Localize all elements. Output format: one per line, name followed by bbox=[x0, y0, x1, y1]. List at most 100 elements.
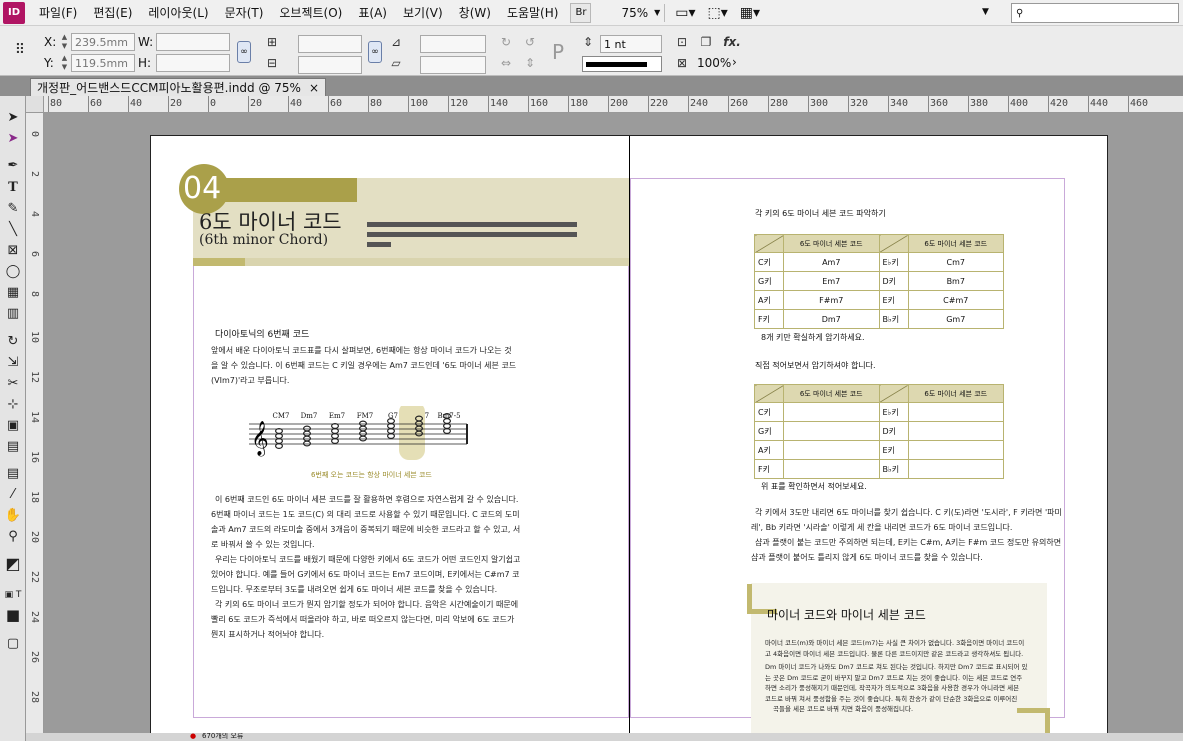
rectangle-frame-tool-icon[interactable]: ⊠ bbox=[3, 241, 23, 259]
note-head bbox=[358, 435, 367, 442]
rotate-field[interactable] bbox=[420, 35, 486, 53]
horizontal-ruler[interactable]: 80 60 40 20 0 20 40 60 80 100 120 140 160 180 200 220 24… bbox=[44, 96, 1183, 113]
constrain-scale-icon[interactable]: ∞ bbox=[368, 41, 382, 63]
menu-file[interactable]: 파일(F) bbox=[31, 0, 85, 26]
gradient-feather-tool-icon[interactable]: ▤ bbox=[3, 437, 23, 455]
pencil-tool-icon[interactable]: ✎ bbox=[3, 199, 23, 217]
stroke-weight-spinner[interactable]: ⇕ bbox=[580, 34, 596, 50]
menu-help[interactable]: 도움말(H) bbox=[499, 0, 567, 26]
ruler-tick-label: 80 bbox=[50, 98, 63, 109]
ruler-tick-label: 140 bbox=[490, 98, 509, 109]
scale-y-field[interactable] bbox=[298, 56, 362, 74]
scissors-tool-icon[interactable]: ✂ bbox=[3, 374, 23, 392]
scale-tool-icon[interactable]: ⇲ bbox=[3, 353, 23, 371]
direct-selection-tool-icon[interactable]: ➤ bbox=[3, 129, 23, 147]
x-spinner[interactable]: ▲ ▼ bbox=[60, 33, 69, 51]
menu-table[interactable]: 표(A) bbox=[350, 0, 395, 26]
shear-field[interactable] bbox=[420, 56, 486, 74]
w-field[interactable] bbox=[156, 33, 230, 51]
selection-tool-icon[interactable]: ➤ bbox=[3, 108, 23, 126]
zoom-caret-icon[interactable]: ▼ bbox=[654, 8, 660, 17]
ruler-tick-label: 22 bbox=[29, 571, 40, 584]
effects-icon[interactable]: fx. bbox=[722, 34, 742, 50]
ruler-tick-label: 6 bbox=[29, 251, 40, 258]
hand-tool-icon[interactable]: ✋ bbox=[3, 506, 23, 524]
fill-stroke-swatch-icon[interactable]: ◩ bbox=[3, 554, 23, 573]
ruler-origin[interactable] bbox=[26, 96, 44, 113]
document-tab[interactable]: 개정판_어드밴스드CCM피아노활용편.indd @ 75% × bbox=[30, 78, 327, 96]
page-spread[interactable]: 04 6도 마이너 코드 (6th minor Chord) 다이아토닉의 6번… bbox=[150, 135, 1108, 741]
grid-tool-icon[interactable]: ▥ bbox=[3, 304, 23, 322]
opacity-chevron-icon[interactable]: › bbox=[732, 55, 737, 69]
zoom-select[interactable]: 75% bbox=[621, 6, 648, 20]
menu-object[interactable]: 오브젝트(O) bbox=[271, 0, 350, 26]
eyedropper-tool-icon[interactable]: ⁄ bbox=[3, 485, 23, 503]
y-spinner[interactable]: ▲ ▼ bbox=[60, 54, 69, 72]
rotate-angle-icon: ⊿ bbox=[390, 35, 402, 49]
chapter-underline-bar bbox=[193, 258, 629, 266]
table-row: G키 D키 bbox=[754, 421, 1004, 441]
screen-mode-icon[interactable]: ⬚▾ bbox=[708, 5, 728, 21]
ruler-tick bbox=[1128, 96, 1129, 112]
type-tool-icon[interactable]: T bbox=[3, 178, 23, 196]
menu-edit[interactable]: 편집(E) bbox=[85, 0, 140, 26]
workspace-caret-icon[interactable]: ▼ bbox=[982, 7, 989, 17]
document-canvas[interactable]: 04 6도 마이너 코드 (6th minor Chord) 다이아토닉의 6번… bbox=[44, 113, 1183, 741]
zoom-tool-icon[interactable]: ⚲ bbox=[3, 527, 23, 545]
normal-view-icon[interactable]: ■ bbox=[3, 606, 23, 624]
scale-x-field[interactable] bbox=[298, 35, 362, 53]
opacity-field[interactable]: 100% bbox=[697, 56, 731, 70]
menu-view[interactable]: 보기(V) bbox=[395, 0, 451, 26]
free-transform-tool-icon[interactable]: ⊹ bbox=[3, 395, 23, 413]
menu-type[interactable]: 문자(T) bbox=[217, 0, 272, 26]
ruler-tick-label: 320 bbox=[850, 98, 869, 109]
table-tool-icon[interactable]: ▦ bbox=[3, 283, 23, 301]
line-tool-icon[interactable]: ╲ bbox=[3, 220, 23, 238]
ruler-tick bbox=[1048, 96, 1049, 112]
table-corner bbox=[754, 234, 784, 253]
arrange-documents-icon[interactable]: ▦▾ bbox=[740, 5, 760, 21]
menu-layout[interactable]: 레이아웃(L) bbox=[140, 0, 216, 26]
ruler-tick bbox=[168, 96, 169, 112]
ruler-tick bbox=[368, 96, 369, 112]
frame-fitting-icon[interactable]: ⊡ bbox=[674, 34, 690, 50]
gradient-tool-icon[interactable]: ▣ bbox=[3, 416, 23, 434]
view-options-icon[interactable]: ▭▾ bbox=[675, 5, 695, 21]
ruler-tick-label: 380 bbox=[970, 98, 989, 109]
pen-tool-icon[interactable]: ✒ bbox=[3, 156, 23, 174]
close-icon[interactable]: × bbox=[309, 81, 319, 95]
ruler-tick-label: 160 bbox=[530, 98, 549, 109]
rotate-cw-icon[interactable]: ↻ bbox=[498, 34, 514, 50]
ruler-tick bbox=[768, 96, 769, 112]
note-tool-icon[interactable]: ▤ bbox=[3, 464, 23, 482]
ruler-tick bbox=[448, 96, 449, 112]
ruler-tick bbox=[928, 96, 929, 112]
vertical-ruler[interactable]: 0 2 4 6 8 10 12 14 16 18 20 22 24 26 28 bbox=[26, 113, 44, 741]
stroke-type-select[interactable] bbox=[582, 56, 662, 72]
rotate-ccw-icon[interactable]: ↺ bbox=[522, 34, 538, 50]
search-input[interactable]: ⚲ bbox=[1011, 3, 1179, 23]
ruler-tick bbox=[808, 96, 809, 112]
tools-panel: ➤ ➤ ✒ T ✎ ╲ ⊠ ◯ ▦ ▥ ↻ ⇲ ✂ ⊹ ▣ ▤ ▤ ⁄ ✋ ⚲ … bbox=[0, 96, 26, 741]
flip-vertical-icon[interactable]: ⇕ bbox=[522, 55, 538, 71]
rotate-tool-icon[interactable]: ↻ bbox=[3, 332, 23, 350]
error-status-text[interactable]: 670개의 오류 bbox=[202, 733, 243, 741]
screen-mode-tool-icon[interactable]: ▢ bbox=[3, 634, 23, 652]
formatting-affects-icon[interactable]: ▣ T bbox=[3, 586, 23, 604]
constrain-proportions-icon[interactable]: ∞ bbox=[237, 41, 251, 63]
ruler-tick-label: 2 bbox=[29, 171, 40, 178]
flip-horizontal-icon[interactable]: ⇔ bbox=[498, 55, 514, 71]
ellipse-tool-icon[interactable]: ◯ bbox=[3, 262, 23, 280]
bridge-button[interactable]: Br bbox=[570, 2, 592, 23]
reference-point-icon[interactable]: ⠿ bbox=[12, 42, 28, 58]
ruler-tick bbox=[1008, 96, 1009, 112]
h-field[interactable] bbox=[156, 54, 230, 72]
staff-caption: 6번째 오는 코드는 항상 마이너 세븐 코드 bbox=[311, 471, 432, 479]
drop-shadow-icon[interactable]: ❐ bbox=[698, 34, 714, 50]
h-label: H: bbox=[138, 56, 152, 70]
stroke-weight-field[interactable]: 1 nt bbox=[600, 35, 662, 53]
menu-window[interactable]: 창(W) bbox=[451, 0, 499, 26]
y-field[interactable]: 119.5mm bbox=[71, 54, 135, 72]
x-field[interactable]: 239.5mm bbox=[71, 33, 135, 51]
note-head bbox=[358, 425, 367, 432]
